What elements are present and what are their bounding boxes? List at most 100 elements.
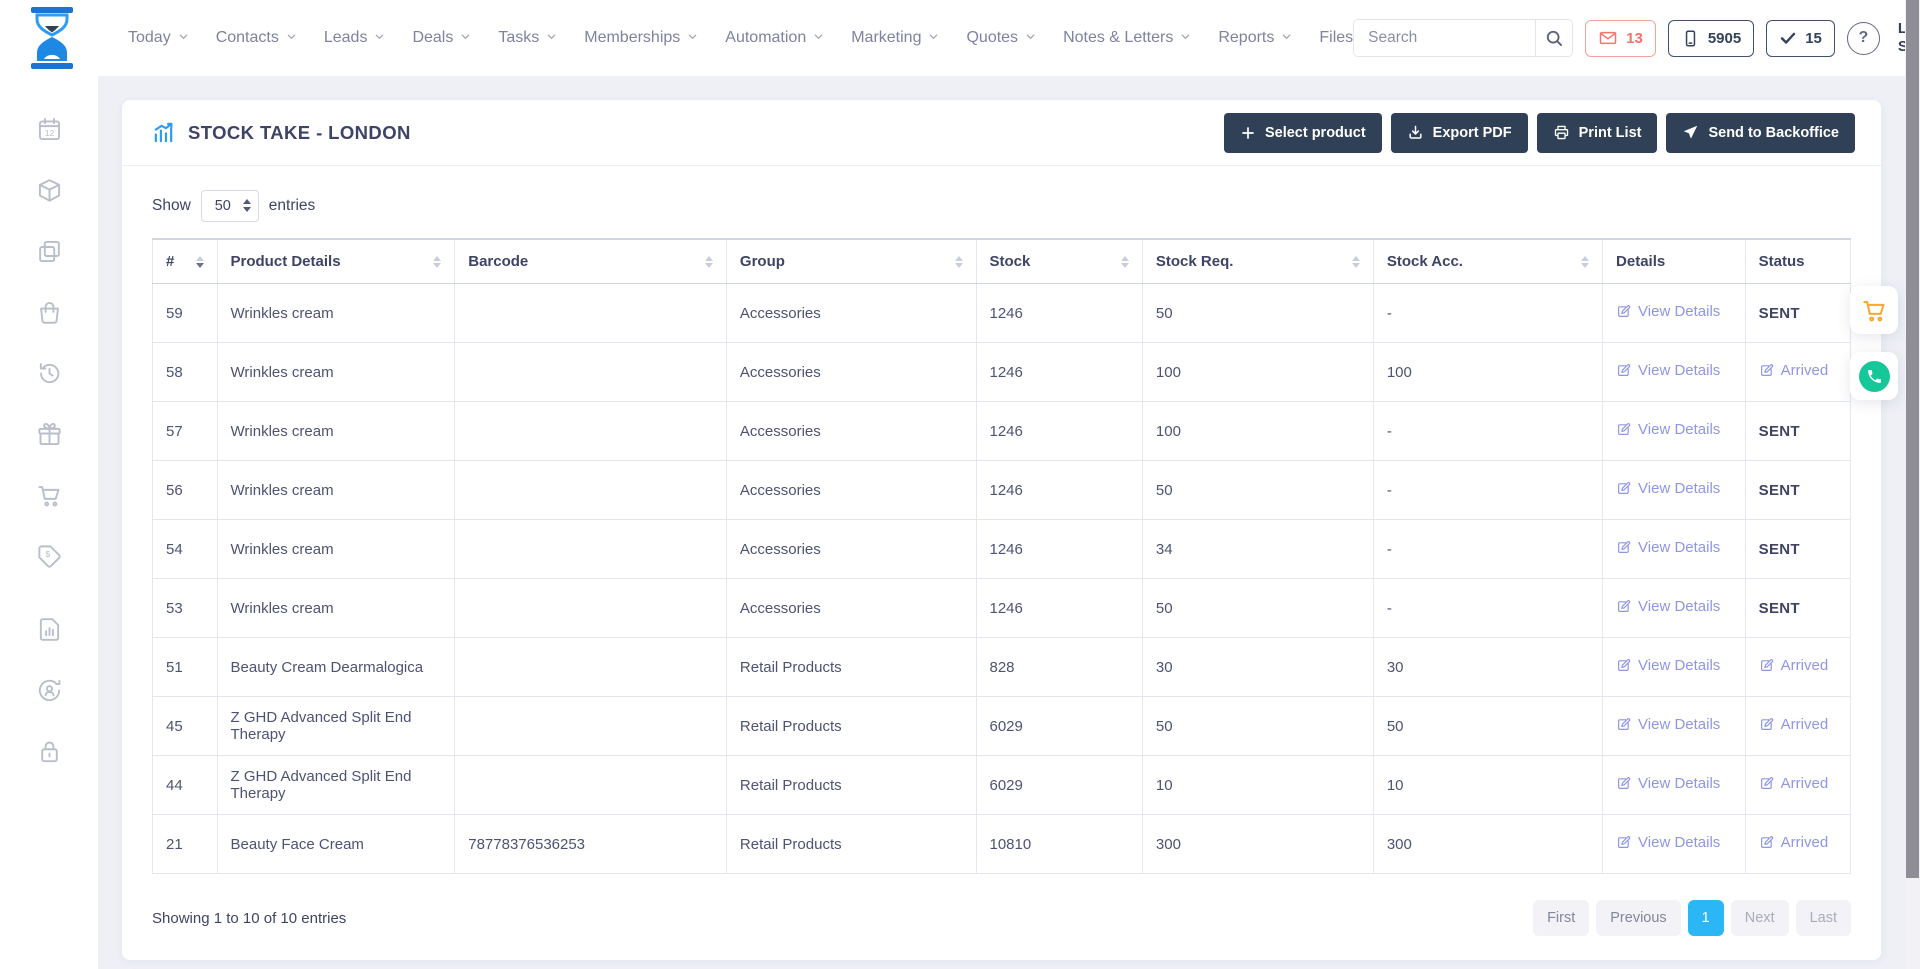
cell-details: View Details: [1603, 638, 1746, 697]
view-details-link[interactable]: View Details: [1616, 657, 1720, 674]
page-scrollbar[interactable]: [1905, 0, 1920, 969]
arrived-status-link[interactable]: Arrived: [1759, 362, 1829, 379]
table-row: 44Z GHD Advanced Split End TherapyRetail…: [153, 756, 1851, 815]
status-badge: SENT: [1759, 305, 1800, 322]
cell-stock: 6029: [976, 756, 1142, 815]
view-details-link[interactable]: View Details: [1616, 598, 1720, 615]
edit-icon: [1759, 363, 1774, 378]
app-window: Today Contacts Leads Deals Tasks Memberships A…: [0, 0, 1920, 969]
mail-notifications-button[interactable]: 13: [1585, 20, 1656, 57]
sidebar-item-shopping-bag-icon[interactable]: [36, 299, 63, 326]
nav-item-contacts[interactable]: Contacts: [216, 29, 297, 47]
arrived-status-link[interactable]: Arrived: [1759, 834, 1829, 851]
table-body: 59Wrinkles creamAccessories124650-View D…: [153, 284, 1851, 874]
column-header-[interactable]: #: [153, 239, 218, 284]
arrived-status-link[interactable]: Arrived: [1759, 657, 1829, 674]
sidebar-item-cart-icon[interactable]: [36, 482, 63, 509]
sidebar-item-calendar-icon[interactable]: 12: [36, 116, 63, 143]
sidebar-item-account-sync-icon[interactable]: [36, 677, 63, 704]
view-details-link[interactable]: View Details: [1616, 716, 1720, 733]
status-label: Arrived: [1781, 657, 1829, 674]
send-to-backoffice-button[interactable]: Send to Backoffice: [1666, 113, 1855, 153]
search-button[interactable]: [1535, 20, 1572, 56]
page-button-previous[interactable]: Previous: [1596, 900, 1680, 936]
view-details-label: View Details: [1638, 775, 1720, 792]
sidebar-item-copy-icon[interactable]: [36, 238, 63, 265]
nav-item-leads[interactable]: Leads: [324, 29, 386, 47]
help-button[interactable]: ?: [1847, 22, 1880, 55]
table-footer: Showing 1 to 10 of 10 entries FirstPrevi…: [122, 874, 1881, 962]
select-product-button[interactable]: Select product: [1224, 113, 1382, 153]
cell-stock-acc: -: [1373, 461, 1602, 520]
search-input[interactable]: [1354, 20, 1535, 56]
table-row: 56Wrinkles creamAccessories124650-View D…: [153, 461, 1851, 520]
nav-item-quotes[interactable]: Quotes: [966, 29, 1036, 47]
sidebar-item-lock-icon[interactable]: [36, 738, 63, 765]
nav-item-tasks[interactable]: Tasks: [498, 29, 557, 47]
nav-item-files[interactable]: Files: [1319, 29, 1353, 47]
nav-item-deals[interactable]: Deals: [412, 29, 471, 47]
sidebar-item-package-icon[interactable]: [36, 177, 63, 204]
sms-notifications-button[interactable]: 5905: [1668, 20, 1754, 57]
tasks-done-button[interactable]: 15: [1766, 20, 1835, 57]
stock-table-wrapper: #Product DetailsBarcode Group StockStock R…: [122, 238, 1881, 874]
floating-phone-button[interactable]: [1850, 352, 1898, 400]
sidebar-item-report-icon[interactable]: [36, 616, 63, 643]
button-label: Print List: [1579, 125, 1642, 141]
view-details-label: View Details: [1638, 362, 1720, 379]
view-details-link[interactable]: View Details: [1616, 775, 1720, 792]
nav-item-today[interactable]: Today: [128, 29, 189, 47]
column-header-group[interactable]: Group: [726, 239, 976, 284]
sidebar-item-history-icon[interactable]: [36, 360, 63, 387]
column-header-barcode[interactable]: Barcode: [455, 239, 727, 284]
column-header-stock-acc[interactable]: Stock Acc.: [1373, 239, 1602, 284]
sort-arrows-icon: [705, 256, 713, 268]
view-details-link[interactable]: View Details: [1616, 303, 1720, 320]
scrollbar-thumb[interactable]: [1906, 0, 1919, 878]
cell-barcode: [455, 638, 727, 697]
show-entries-suffix: entries: [269, 197, 316, 215]
view-details-link[interactable]: View Details: [1616, 421, 1720, 438]
floating-cart-button[interactable]: [1850, 286, 1898, 334]
column-header-details: Details: [1603, 239, 1746, 284]
view-details-label: View Details: [1638, 539, 1720, 556]
cell-group: Retail Products: [726, 638, 976, 697]
edit-icon: [1616, 599, 1631, 614]
view-details-label: View Details: [1638, 598, 1720, 615]
cell-stock: 1246: [976, 284, 1142, 343]
entries-length-select[interactable]: 50: [201, 190, 259, 222]
view-details-link[interactable]: View Details: [1616, 539, 1720, 556]
arrived-status-link[interactable]: Arrived: [1759, 716, 1829, 733]
nav-item-marketing[interactable]: Marketing: [851, 29, 939, 47]
arrived-status-link[interactable]: Arrived: [1759, 775, 1829, 792]
page-button-1[interactable]: 1: [1688, 900, 1724, 936]
sidebar-item-price-tag-icon[interactable]: $: [36, 543, 63, 570]
cell-product: Wrinkles cream: [217, 402, 455, 461]
nav-item-notes-letters[interactable]: Notes & Letters: [1063, 29, 1191, 47]
view-details-link[interactable]: View Details: [1616, 480, 1720, 497]
column-header-stock[interactable]: Stock: [976, 239, 1142, 284]
view-details-link[interactable]: View Details: [1616, 834, 1720, 851]
export-pdf-button[interactable]: Export PDF: [1391, 113, 1528, 153]
column-header-stock-req[interactable]: Stock Req.: [1142, 239, 1373, 284]
cell-stock-acc: -: [1373, 402, 1602, 461]
sidebar-item-gift-icon[interactable]: [36, 421, 63, 448]
plus-icon: [1240, 125, 1256, 141]
nav-item-memberships[interactable]: Memberships: [584, 29, 698, 47]
edit-icon: [1759, 835, 1774, 850]
app-logo-hourglass-icon[interactable]: [26, 7, 78, 69]
column-header-product-details[interactable]: Product Details: [217, 239, 455, 284]
view-details-link[interactable]: View Details: [1616, 362, 1720, 379]
status-badge: SENT: [1759, 423, 1800, 440]
nav-item-reports[interactable]: Reports: [1218, 29, 1292, 47]
cell-stock-acc: -: [1373, 284, 1602, 343]
page-button-last[interactable]: Last: [1796, 900, 1851, 936]
page-button-first[interactable]: First: [1533, 900, 1589, 936]
cell-details: View Details: [1603, 756, 1746, 815]
table-row: 58Wrinkles creamAccessories1246100100Vie…: [153, 343, 1851, 402]
nav-item-automation[interactable]: Automation: [725, 29, 824, 47]
print-list-button[interactable]: Print List: [1537, 113, 1658, 153]
column-label: Group: [740, 253, 785, 270]
cell-stock-req: 10: [1142, 756, 1373, 815]
page-button-next[interactable]: Next: [1731, 900, 1789, 936]
